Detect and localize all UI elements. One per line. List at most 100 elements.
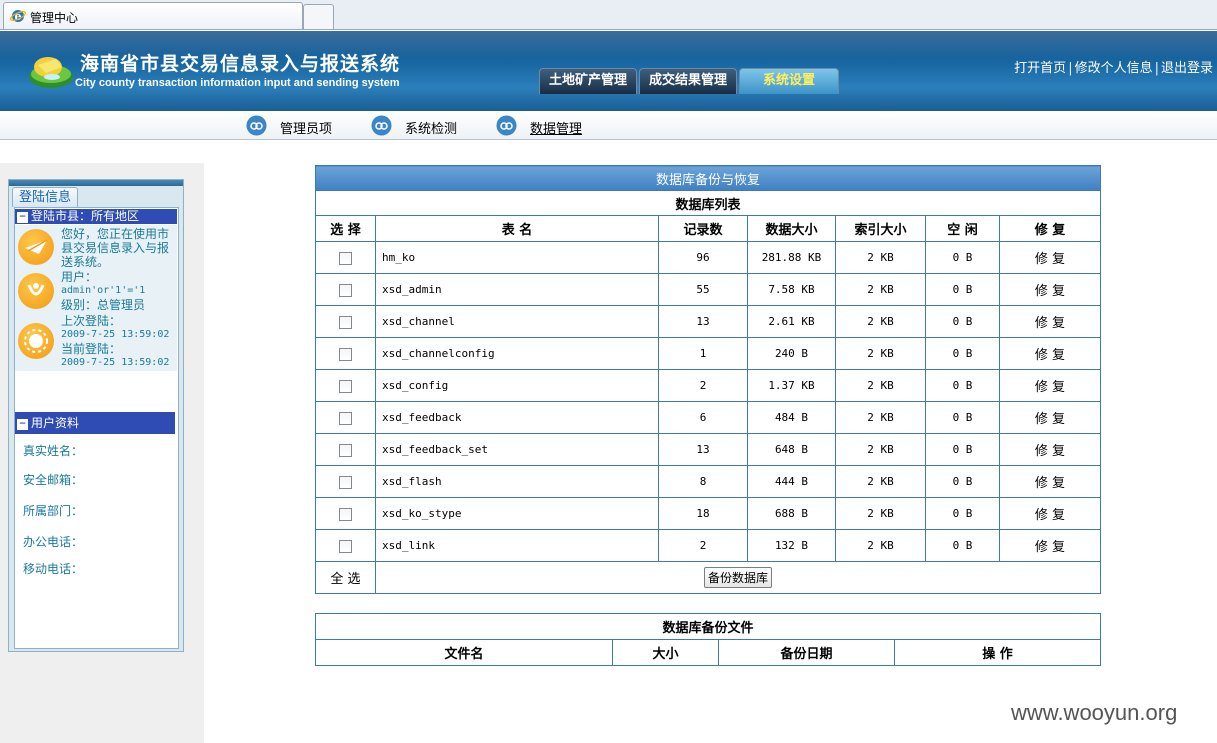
sub-nav: 管理员项 系统检测 数据管理	[0, 111, 1217, 140]
repair-link[interactable]: 修 复	[1035, 348, 1065, 363]
records-cell: 2	[658, 369, 748, 402]
table-row: xsd_flash 8 444 B2 KB 0 B 修 复	[315, 465, 1101, 498]
row-select-checkbox[interactable]	[339, 251, 352, 265]
data-size-cell: 444 B	[747, 465, 836, 498]
index-size-cell: 2 KB	[835, 465, 926, 498]
db-list-title: 数据库列表	[315, 190, 1101, 216]
row-select-checkbox[interactable]	[339, 475, 352, 489]
free-cell: 0 B	[925, 497, 1000, 530]
row-select-checkbox[interactable]	[339, 507, 352, 521]
backup-database-button[interactable]: 备份数据库	[703, 567, 772, 588]
backup-files-table: 数据库备份文件 文件名 大小 备份日期 操 作	[315, 613, 1101, 666]
data-size-cell: 240 B	[747, 337, 836, 370]
database-table: 数据库备份与恢复 数据库列表 选 择 表 名 记录数 数据大小 索引大小 空 闲…	[315, 165, 1101, 594]
index-size-cell: 2 KB	[835, 433, 926, 466]
table-name-cell: xsd_feedback_set	[375, 433, 659, 466]
data-size-cell: 132 B	[747, 529, 836, 562]
user-row: 用户： admin'or'1'='1 级别：总管理员	[15, 269, 177, 313]
site-logo-icon	[29, 57, 73, 88]
db-panel-caption: 数据库备份与恢复	[315, 165, 1101, 191]
repair-link[interactable]: 修 复	[1035, 284, 1065, 299]
table-name-cell: xsd_channel	[375, 305, 659, 338]
nav-tab-system-settings[interactable]: 系统设置	[739, 68, 839, 94]
sun-flower-icon	[18, 323, 54, 359]
nav-tab-land-minerals[interactable]: 土地矿产管理	[539, 68, 637, 94]
row-select-checkbox[interactable]	[339, 379, 352, 393]
profile-field-realname: 真实姓名：	[23, 444, 84, 458]
data-size-cell: 281.88 KB	[747, 241, 836, 274]
row-select-checkbox[interactable]	[339, 347, 352, 361]
login-time-row: 上次登陆： 2009-7-25 13:59:02 当前登陆： 2009-7-25…	[15, 313, 177, 371]
repair-link[interactable]: 修 复	[1035, 316, 1065, 331]
col-select: 选 择	[315, 215, 376, 242]
data-size-cell: 7.58 KB	[747, 273, 836, 306]
user-label: 用户：	[61, 270, 98, 284]
select-all-label[interactable]: 全 选	[315, 561, 376, 594]
data-size-cell: 648 B	[747, 433, 836, 466]
nav-tab-transaction-results[interactable]: 成交结果管理	[639, 68, 737, 94]
records-cell: 96	[658, 241, 748, 274]
profile-section-header[interactable]: − 用户资料	[15, 412, 175, 434]
table-name-cell: xsd_channelconfig	[375, 337, 659, 370]
free-cell: 0 B	[925, 369, 1000, 402]
subnav-admin-items[interactable]: 管理员项	[246, 114, 336, 137]
backup-files-title: 数据库备份文件	[315, 613, 1101, 640]
row-select-checkbox[interactable]	[339, 283, 352, 297]
col-data-size: 数据大小	[747, 215, 836, 242]
row-select-checkbox[interactable]	[339, 411, 352, 425]
site-title: 海南省市县交易信息录入与报送系统	[80, 53, 401, 75]
row-select-checkbox[interactable]	[339, 539, 352, 553]
repair-link[interactable]: 修 复	[1035, 444, 1065, 459]
table-row: xsd_ko_stype 18 688 B2 KB 0 B 修 复	[315, 497, 1101, 530]
collapse-icon[interactable]: −	[17, 212, 28, 223]
current-login-label: 当前登陆：	[61, 342, 122, 356]
header-links: 打开首页 | 修改个人信息 | 退出登录	[1014, 61, 1213, 76]
collapse-icon[interactable]: −	[17, 419, 28, 430]
col-table-name: 表 名	[375, 215, 659, 242]
row-select-checkbox[interactable]	[339, 315, 352, 329]
paper-plane-icon	[18, 229, 54, 265]
link-bubble-icon	[496, 115, 517, 136]
col-operation: 操 作	[894, 639, 1101, 666]
welcome-text: 您好，您正在使用市县交易信息录入与报送系统。	[61, 227, 170, 269]
ie-browser-icon: e	[10, 10, 26, 23]
records-cell: 2	[658, 529, 748, 562]
subnav-data-management[interactable]: 数据管理	[496, 114, 586, 137]
browser-tab[interactable]: e 管理中心	[3, 2, 303, 29]
subnav-label: 数据管理	[530, 122, 583, 137]
repair-link[interactable]: 修 复	[1035, 508, 1065, 523]
repair-link[interactable]: 修 复	[1035, 252, 1065, 267]
repair-link[interactable]: 修 复	[1035, 412, 1065, 427]
records-cell: 8	[658, 465, 748, 498]
profile-field-department: 所属部门：	[23, 504, 84, 518]
subnav-system-check[interactable]: 系统检测	[371, 114, 461, 137]
edit-profile-link[interactable]: 修改个人信息	[1075, 61, 1153, 76]
table-row: xsd_feedback 6 484 B2 KB 0 B 修 复	[315, 401, 1101, 434]
table-name-cell: xsd_link	[375, 529, 659, 562]
link-bubble-icon	[246, 115, 267, 136]
table-row: xsd_config 2 1.37 KB 2 KB 0 B 修 复	[315, 369, 1101, 402]
data-size-cell: 688 B	[747, 497, 836, 530]
subnav-label: 系统检测	[405, 122, 458, 137]
open-home-link[interactable]: 打开首页	[1014, 61, 1066, 76]
user-badge-icon	[18, 273, 54, 309]
new-tab-button[interactable]	[303, 4, 334, 29]
free-cell: 0 B	[925, 273, 1000, 306]
login-info-tab[interactable]: 登陆信息	[12, 187, 78, 207]
table-name-cell: hm_ko	[375, 241, 659, 274]
index-size-cell: 2 KB	[835, 241, 926, 274]
repair-link[interactable]: 修 复	[1035, 540, 1065, 555]
login-region-header[interactable]: − 登陆市县：所有地区	[15, 209, 177, 224]
index-size-cell: 2 KB	[835, 273, 926, 306]
last-login-label: 上次登陆：	[61, 314, 122, 328]
profile-field-office-phone: 办公电话：	[23, 535, 84, 549]
current-login-value: 2009-7-25 13:59:02	[61, 357, 170, 368]
repair-link[interactable]: 修 复	[1035, 380, 1065, 395]
table-name-cell: xsd_flash	[375, 465, 659, 498]
col-backup-date: 备份日期	[718, 639, 895, 666]
data-size-cell: 484 B	[747, 401, 836, 434]
row-select-checkbox[interactable]	[339, 443, 352, 457]
logout-link[interactable]: 退出登录	[1161, 61, 1213, 76]
col-repair: 修 复	[999, 215, 1101, 242]
repair-link[interactable]: 修 复	[1035, 476, 1065, 491]
